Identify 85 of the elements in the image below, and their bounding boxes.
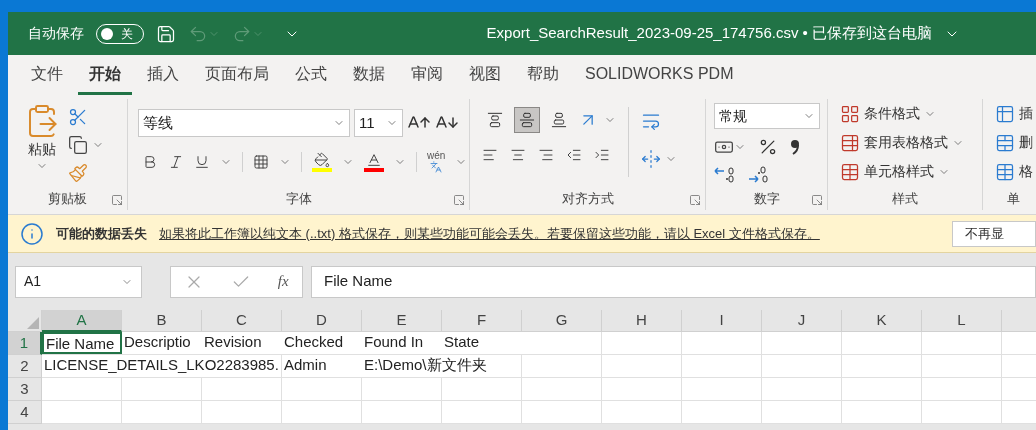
dialog-launcher-icon[interactable] — [689, 194, 701, 206]
group-label: 单 — [1006, 190, 1020, 209]
cells-button[interactable]: 格 — [995, 161, 1036, 182]
table-cell: E:\Demo\新文件夹 — [362, 355, 489, 377]
ribbon-tab[interactable]: 插入 — [136, 55, 190, 95]
increase-indent-icon[interactable] — [594, 147, 610, 163]
group-label: 样式 — [892, 190, 918, 209]
font-size-field[interactable]: 11 — [354, 109, 403, 137]
ribbon-tab[interactable]: 视图 — [458, 55, 512, 95]
window-title: Export_SearchResult_2023-09-25_174756.csv • 已保存到这台电脑 — [486, 23, 932, 44]
merge-center-icon[interactable] — [641, 149, 661, 169]
group-label: 数字 — [753, 190, 780, 209]
table-cell: Found In — [362, 332, 442, 354]
ribbon-tab[interactable]: 文件 — [20, 55, 74, 95]
column-header[interactable]: L — [922, 310, 1002, 332]
table-cell: Revision — [202, 332, 282, 354]
row-header[interactable]: 2 — [8, 355, 42, 378]
table-cell: State — [442, 332, 522, 354]
dialog-launcher-icon[interactable] — [111, 194, 123, 206]
font-name-field[interactable]: 等线 — [138, 109, 350, 137]
ribbon-tab[interactable]: 审阅 — [400, 55, 454, 95]
group-label: 剪贴板 — [48, 190, 87, 209]
dismiss-button[interactable]: 不再显 — [952, 220, 1036, 247]
styles-button[interactable]: 套用表格格式 — [840, 132, 982, 153]
column-header[interactable]: J — [762, 310, 842, 332]
select-all-icon[interactable] — [27, 317, 39, 329]
ribbon-tab[interactable]: 公式 — [284, 55, 338, 95]
group-label: 对齐方式 — [561, 190, 614, 209]
bold-icon[interactable] — [142, 154, 158, 170]
info-icon — [20, 221, 44, 246]
styles-button[interactable]: 条件格式 — [840, 103, 982, 124]
cells-button[interactable]: 插 — [995, 103, 1036, 124]
align-lines-icon — [551, 112, 567, 128]
autosave-label: 自动保存 — [28, 24, 84, 43]
increase-decimal-icon[interactable] — [714, 165, 736, 185]
formula-field[interactable]: File Name — [311, 265, 1036, 298]
align-right-icon[interactable] — [538, 147, 554, 163]
row-header[interactable]: 4 — [8, 401, 42, 424]
borders-icon[interactable] — [253, 154, 269, 170]
align-lines-icon — [519, 112, 535, 128]
insert-function-button[interactable]: fx — [277, 270, 289, 293]
italic-icon[interactable] — [168, 154, 184, 170]
copy-icon[interactable] — [68, 135, 88, 155]
percent-icon[interactable] — [758, 137, 778, 157]
language-icon — [430, 161, 443, 173]
decrease-indent-icon[interactable] — [566, 147, 582, 163]
column-header[interactable]: I — [682, 310, 762, 332]
message-title: 可能的数据丢失 — [56, 224, 147, 243]
table-cell: LICENSE_DETAILS_LKO2283985. — [42, 355, 281, 377]
scissors-icon[interactable] — [68, 107, 88, 127]
dialog-launcher-icon[interactable] — [811, 194, 823, 206]
ribbon-tab[interactable]: SOLIDWORKS PDM — [574, 55, 745, 95]
group-label: 字体 — [285, 190, 312, 209]
format-painter-icon[interactable] — [68, 163, 88, 183]
align-center-icon[interactable] — [510, 147, 526, 163]
dialog-launcher-icon[interactable] — [453, 194, 465, 206]
message-link[interactable]: 如果将此工作簿以纯文本 (..txt) 格式保存，则某些功能可能会丢失。若要保留这些功能，请以 Excel 文件格式保存。 — [159, 223, 820, 244]
column-header[interactable]: G — [522, 310, 602, 332]
name-box[interactable]: A1 — [15, 265, 142, 298]
vertical-align-button[interactable] — [514, 107, 540, 133]
align-lines-icon — [487, 112, 503, 128]
decrease-decimal-icon[interactable] — [748, 165, 770, 185]
ribbon-tab[interactable]: 数据 — [342, 55, 396, 95]
font-color-icon[interactable] — [364, 152, 384, 172]
cells-button[interactable]: 删 — [995, 132, 1036, 153]
column-header[interactable]: K — [842, 310, 922, 332]
column-header[interactable]: A — [42, 310, 122, 332]
align-left-icon[interactable] — [482, 147, 498, 163]
table-cell: Checked — [282, 332, 362, 354]
ribbon-tab[interactable]: 页面布局 — [194, 55, 280, 95]
number-format-field[interactable]: 常规 — [714, 103, 820, 129]
save-icon[interactable] — [156, 23, 176, 44]
row-header[interactable]: 1 — [8, 332, 42, 355]
comma-style-icon[interactable] — [790, 139, 800, 155]
underline-icon[interactable] — [194, 154, 210, 170]
ribbon-tab[interactable]: 帮助 — [516, 55, 570, 95]
styles-button[interactable]: 单元格样式 — [840, 161, 982, 182]
paste-button[interactable]: 粘贴 — [24, 103, 60, 188]
row-header[interactable]: 3 — [8, 378, 42, 401]
table-cell: Admin — [282, 355, 362, 377]
table-cell: File Name — [42, 332, 122, 354]
phonetic-button[interactable]: wén — [427, 151, 446, 173]
fill-color-icon[interactable] — [312, 152, 332, 172]
table-cell: Descriptio — [122, 332, 202, 354]
column-header[interactable]: H — [602, 310, 682, 332]
